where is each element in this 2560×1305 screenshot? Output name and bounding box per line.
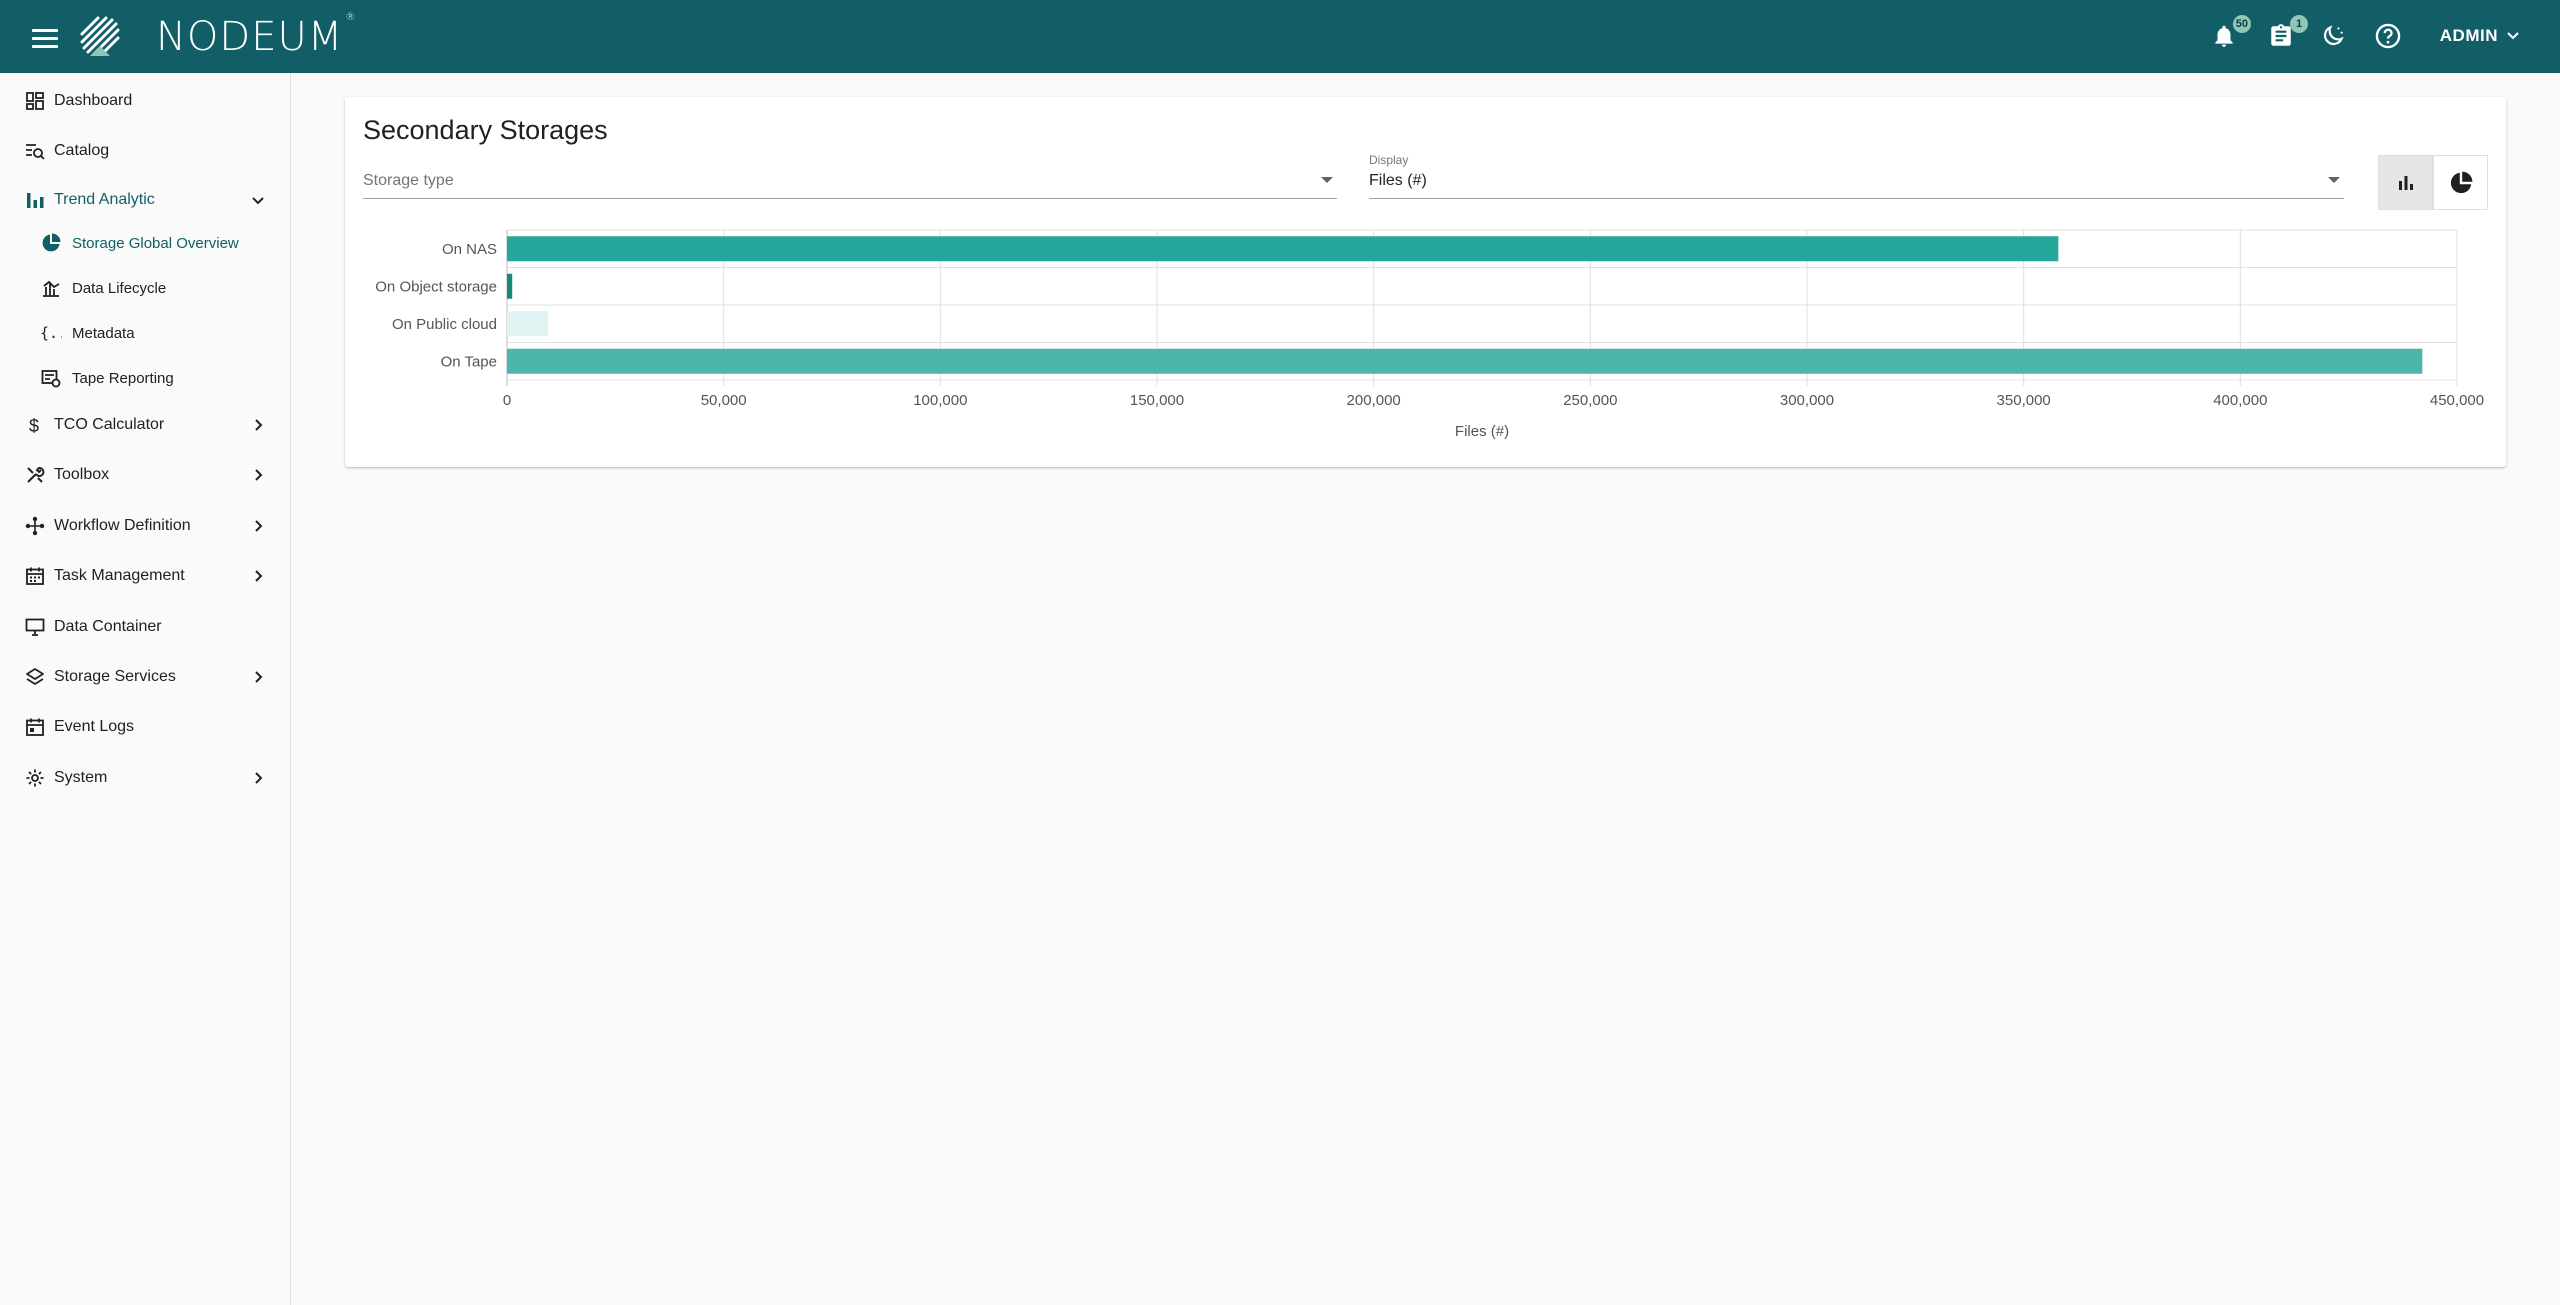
sidebar-item-label: Storage Services bbox=[54, 668, 176, 685]
user-menu[interactable]: ADMIN bbox=[2440, 26, 2520, 46]
bar-on-nas bbox=[507, 236, 2059, 262]
chevron-right-icon bbox=[255, 469, 263, 481]
dark-mode-button[interactable] bbox=[2320, 22, 2350, 52]
monitor-icon bbox=[24, 616, 46, 638]
chevron-right-icon bbox=[255, 772, 263, 784]
secondary-storages-card: Secondary Storages Storage type Display … bbox=[345, 97, 2506, 467]
svg-text:$: $ bbox=[29, 416, 39, 435]
chevron-right-icon bbox=[255, 419, 263, 431]
app-header: NODEUM ® 50 1 ADMIN bbox=[0, 0, 2560, 73]
catalog-search-icon bbox=[24, 140, 46, 162]
layers-icon bbox=[24, 666, 46, 688]
x-tick-label: 450,000 bbox=[2430, 392, 2484, 409]
menu-icon[interactable] bbox=[28, 24, 62, 50]
svg-text:{..}: {..} bbox=[40, 324, 62, 342]
bar-chart-icon bbox=[24, 189, 46, 211]
pie-chart-icon bbox=[40, 232, 62, 254]
sidebar-item-storage-services[interactable]: Storage Services bbox=[0, 655, 290, 699]
chevron-down-icon bbox=[252, 197, 264, 205]
y-category-label: On NAS bbox=[442, 241, 497, 258]
help-icon bbox=[2375, 23, 2401, 49]
sidebar-item-label: TCO Calculator bbox=[54, 416, 165, 433]
sidebar-item-label: Task Management bbox=[54, 567, 185, 584]
calendar-icon bbox=[24, 565, 46, 587]
sidebar-item-label: Tape Reporting bbox=[72, 369, 174, 387]
chevron-right-icon bbox=[255, 520, 263, 532]
dollar-icon: $ bbox=[24, 414, 46, 436]
nodeum-logo-icon bbox=[80, 16, 120, 56]
gear-icon bbox=[24, 767, 46, 789]
tasks-button[interactable]: 1 bbox=[2268, 15, 2308, 52]
sidebar-item-label: Event Logs bbox=[54, 718, 135, 735]
bar-on-tape bbox=[507, 348, 2423, 374]
sidebar-item-workflow-definition[interactable]: Workflow Definition bbox=[0, 504, 290, 548]
sidebar-item-label: Metadata bbox=[72, 324, 135, 342]
bar-on-object-storage bbox=[507, 273, 513, 299]
notifications-badge: 50 bbox=[2232, 15, 2251, 33]
chevron-right-icon bbox=[255, 570, 263, 582]
sidebar-item-label: Storage Global Overview bbox=[72, 234, 239, 252]
user-name: ADMIN bbox=[2439, 26, 2498, 45]
sidebar-item-label: Data Lifecycle bbox=[72, 279, 167, 297]
x-tick-label: 350,000 bbox=[1997, 392, 2051, 409]
notifications-button[interactable]: 50 bbox=[2211, 15, 2251, 52]
sidebar-item-catalog[interactable]: Catalog bbox=[0, 129, 290, 173]
help-button[interactable] bbox=[2374, 22, 2404, 52]
sidebar-subitem-storage-global-overview[interactable]: Storage Global Overview bbox=[0, 223, 290, 263]
tasks-badge: 1 bbox=[2290, 15, 2308, 33]
braces-icon: {..} bbox=[40, 322, 62, 344]
sidebar-item-data-container[interactable]: Data Container bbox=[0, 605, 290, 649]
x-tick-label: 300,000 bbox=[1780, 392, 1834, 409]
workflow-icon bbox=[24, 515, 46, 537]
x-axis-label: Files (#) bbox=[1455, 423, 1509, 440]
x-tick-label: 100,000 bbox=[913, 392, 967, 409]
sidebar: Dashboard Catalog Trend Analytic Storage… bbox=[0, 73, 291, 1305]
sidebar-item-toolbox[interactable]: Toolbox bbox=[0, 453, 290, 497]
sidebar-item-label: Dashboard bbox=[54, 92, 133, 109]
y-category-label: On Object storage bbox=[375, 278, 497, 295]
sidebar-item-label: Trend Analytic bbox=[54, 191, 155, 208]
sidebar-item-event-logs[interactable]: Event Logs bbox=[0, 705, 290, 749]
y-category-label: On Public cloud bbox=[392, 316, 497, 333]
sidebar-item-task-management[interactable]: Task Management bbox=[0, 554, 290, 598]
sidebar-item-dashboard[interactable]: Dashboard bbox=[0, 79, 290, 123]
moon-icon bbox=[2323, 25, 2344, 46]
dashboard-icon bbox=[24, 90, 46, 112]
sidebar-subitem-tape-reporting[interactable]: Tape Reporting bbox=[0, 358, 290, 398]
sidebar-item-label: Catalog bbox=[54, 142, 110, 159]
chevron-down-icon bbox=[2507, 32, 2519, 40]
tools-icon bbox=[24, 464, 46, 486]
tape-report-icon bbox=[40, 367, 62, 389]
brand-name: NODEUM ® bbox=[156, 12, 357, 60]
x-tick-label: 250,000 bbox=[1563, 392, 1617, 409]
sidebar-item-label: Data Container bbox=[54, 618, 162, 635]
sidebar-item-trend-analytic[interactable]: Trend Analytic bbox=[0, 178, 290, 222]
secondary-storages-bar-chart: 0 50,000 100,000 150,000 200,000 250,000 300,0… bbox=[375, 229, 2484, 440]
sidebar-item-label: System bbox=[54, 769, 108, 786]
sidebar-subitem-metadata[interactable]: {..} Metadata bbox=[0, 313, 290, 353]
lifecycle-chart-icon bbox=[40, 277, 62, 299]
y-category-label: On Tape bbox=[441, 353, 497, 370]
sidebar-item-tco-calculator[interactable]: $ TCO Calculator bbox=[0, 403, 290, 447]
sidebar-item-label: Toolbox bbox=[54, 466, 110, 483]
sidebar-subitem-data-lifecycle[interactable]: Data Lifecycle bbox=[0, 268, 290, 308]
x-tick-label: 50,000 bbox=[701, 392, 747, 409]
sidebar-item-system[interactable]: System bbox=[0, 756, 290, 800]
x-tick-label: 150,000 bbox=[1130, 392, 1184, 409]
chevron-right-icon bbox=[255, 671, 263, 683]
sidebar-item-label: Workflow Definition bbox=[54, 517, 191, 534]
x-tick-label: 200,000 bbox=[1347, 392, 1401, 409]
x-tick-label: 400,000 bbox=[2213, 392, 2267, 409]
bar-on-public-cloud bbox=[507, 311, 549, 337]
x-tick-label: 0 bbox=[503, 392, 511, 409]
event-calendar-icon bbox=[24, 716, 46, 738]
